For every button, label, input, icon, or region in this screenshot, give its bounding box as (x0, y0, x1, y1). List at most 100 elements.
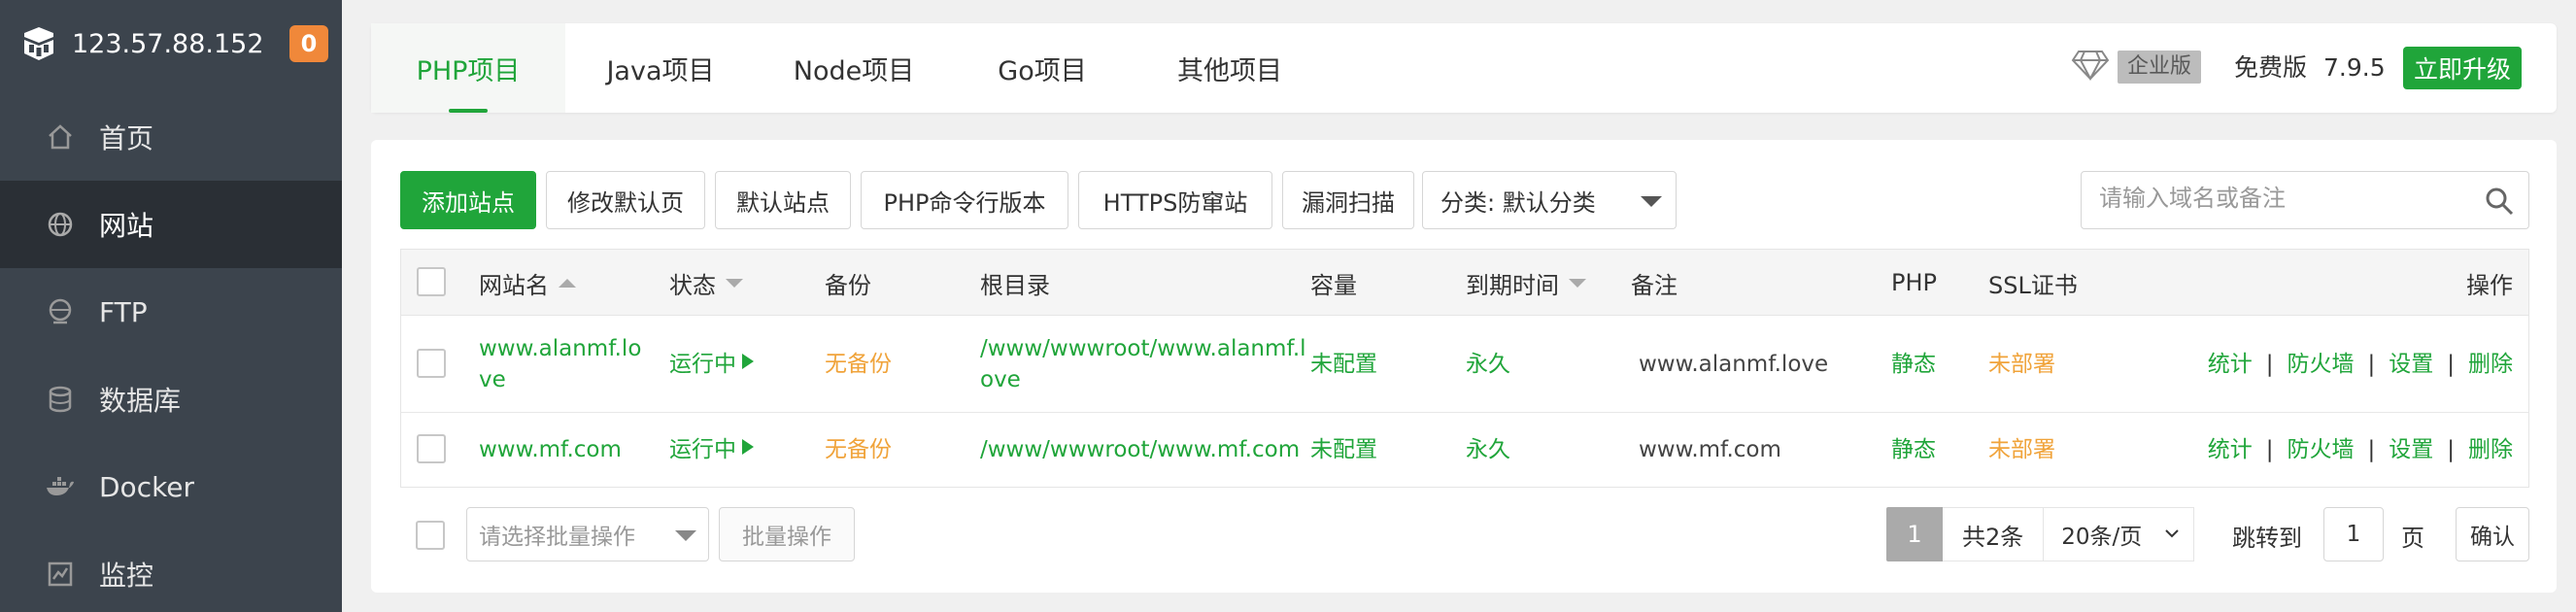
tab-java-projects[interactable]: Java项目 (565, 23, 756, 113)
search-input[interactable] (2099, 172, 2468, 226)
row-actions: 统计 | 防火墙 | 设置 | 删除 (2208, 434, 2513, 465)
batch-operation-button[interactable]: 批量操作 (719, 507, 855, 561)
row-checkbox[interactable] (417, 349, 446, 378)
status-toggle[interactable]: 运行中 (669, 434, 756, 465)
delete-link[interactable]: 删除 (2468, 349, 2513, 380)
expire-link[interactable]: 永久 (1466, 434, 1510, 465)
table-header: 网站名 状态 备份 根目录 容量 到期时间 备注 PHP SSL证书 操作 (401, 250, 2528, 316)
tab-label: Go项目 (998, 55, 1087, 86)
row-checkbox[interactable] (417, 434, 446, 463)
table-row: www.mf.com 运行中 无备份 /www/wwwroot/www.mf.c… (401, 413, 2528, 487)
row-actions: 统计 | 防火墙 | 设置 | 删除 (2208, 349, 2513, 380)
globe-icon (43, 207, 78, 242)
separator: | (2447, 352, 2455, 377)
expire-link[interactable]: 永久 (1466, 349, 1510, 380)
column-label: 网站名 (479, 271, 549, 299)
chevron-down-icon (1641, 196, 1662, 207)
stats-link[interactable]: 统计 (2208, 349, 2253, 380)
server-ip: 123.57.88.152 (72, 28, 264, 59)
tab-node-projects[interactable]: Node项目 (756, 23, 952, 113)
column-capacity: 容量 (1310, 271, 1357, 299)
column-status[interactable]: 状态 (669, 250, 743, 316)
sidebar-item-label: 网站 (99, 210, 154, 242)
enterprise-edition-link[interactable]: 企业版 (2071, 49, 2205, 85)
edit-default-page-button[interactable]: 修改默认页 (546, 171, 705, 229)
sidebar-item-label: FTP (99, 295, 148, 328)
search-box[interactable] (2081, 171, 2529, 229)
pagination: 1 共2条 20条/页 (1886, 507, 2195, 561)
stats-link[interactable]: 统计 (2208, 434, 2253, 465)
settings-link[interactable]: 设置 (2389, 434, 2433, 465)
ssl-status-link[interactable]: 未部署 (1988, 349, 2055, 380)
site-name-link[interactable]: www.alanmf.lo ve (479, 333, 644, 395)
category-select[interactable]: 分类: 默认分类 (1422, 171, 1677, 229)
confirm-jump-button[interactable]: 确认 (2456, 507, 2529, 561)
page-size-select[interactable]: 20条/页 (2043, 507, 2195, 561)
category-value: 分类: 默认分类 (1441, 188, 1596, 217)
column-expire[interactable]: 到期时间 (1466, 250, 1586, 316)
capacity-link[interactable]: 未配置 (1310, 349, 1377, 380)
sort-desc-icon (1569, 278, 1586, 288)
upgrade-now-button[interactable]: 立即升级 (2403, 47, 2522, 89)
firewall-link[interactable]: 防火墙 (2288, 434, 2355, 465)
root-dir-link[interactable]: /www/wwwroot/www.mf.com (980, 434, 1300, 465)
status-toggle[interactable]: 运行中 (669, 349, 756, 380)
batch-select-all-checkbox[interactable] (416, 521, 445, 550)
separator: | (2367, 352, 2376, 377)
php-version-link[interactable]: 静态 (1891, 349, 1936, 380)
batch-operation-select[interactable]: 请选择批量操作 (466, 507, 709, 561)
remark-text[interactable]: www.mf.com (1639, 434, 1781, 465)
free-edition-label: 免费版 (2234, 53, 2308, 82)
column-remark: 备注 (1631, 271, 1678, 299)
default-site-button[interactable]: 默认站点 (715, 171, 851, 229)
site-name-link[interactable]: www.mf.com (479, 434, 622, 465)
column-label: 到期时间 (1466, 271, 1559, 299)
root-dir-link[interactable]: /www/wwwroot/www.alanmf.l ove (980, 333, 1306, 395)
sidebar-item-monitor[interactable]: 监控 (0, 530, 342, 612)
delete-link[interactable]: 删除 (2468, 434, 2513, 465)
diamond-icon (2071, 49, 2110, 85)
play-icon (740, 434, 756, 465)
ftp-icon (43, 294, 78, 329)
tab-other-projects[interactable]: 其他项目 (1133, 23, 1327, 113)
backup-link[interactable]: 无备份 (825, 349, 892, 380)
tab-php-projects[interactable]: PHP项目 (371, 23, 565, 113)
jump-page-input[interactable]: 1 (2323, 507, 2384, 561)
vulnerability-scan-button[interactable]: 漏洞扫描 (1282, 171, 1414, 229)
https-guard-button[interactable]: HTTPS防窜站 (1078, 171, 1272, 229)
sidebar-item-ftp[interactable]: FTP (0, 268, 342, 356)
notification-badge[interactable]: 0 (289, 25, 328, 62)
sidebar-item-home[interactable]: 首页 (0, 93, 342, 181)
settings-link[interactable]: 设置 (2389, 349, 2433, 380)
sidebar-item-website[interactable]: 网站 (0, 181, 342, 268)
current-page-button[interactable]: 1 (1886, 507, 1943, 561)
column-site-name[interactable]: 网站名 (479, 250, 576, 316)
sidebar-item-database[interactable]: 数据库 (0, 356, 342, 443)
sidebar-item-label: Docker (99, 470, 195, 503)
search-icon[interactable] (2484, 186, 2515, 217)
tab-go-projects[interactable]: Go项目 (952, 23, 1133, 113)
php-cli-version-button[interactable]: PHP命令行版本 (861, 171, 1068, 229)
sidebar-item-label: 监控 (99, 560, 154, 592)
capacity-link[interactable]: 未配置 (1310, 434, 1377, 465)
tab-label: 其他项目 (1177, 55, 1282, 86)
site-list-panel: 添加站点 修改默认页 默认站点 PHP命令行版本 HTTPS防窜站 漏洞扫描 分… (371, 140, 2557, 593)
add-site-button[interactable]: 添加站点 (400, 171, 536, 229)
column-actions: 操作 (2466, 271, 2513, 299)
sidebar-item-docker[interactable]: Docker (0, 443, 342, 530)
php-version-link[interactable]: 静态 (1891, 434, 1936, 465)
total-count: 共2条 (1943, 507, 2044, 561)
select-all-checkbox[interactable] (417, 267, 446, 296)
remark-text[interactable]: www.alanmf.love (1639, 349, 1828, 380)
play-icon (740, 349, 756, 380)
column-root-dir: 根目录 (980, 271, 1050, 299)
ssl-status-link[interactable]: 未部署 (1988, 434, 2055, 465)
backup-link[interactable]: 无备份 (825, 434, 892, 465)
sidebar-item-label: 首页 (99, 122, 154, 154)
monitor-icon (43, 557, 78, 592)
firewall-link[interactable]: 防火墙 (2288, 349, 2355, 380)
status-text: 运行中 (669, 437, 736, 462)
project-type-tabbar: PHP项目 Java项目 Node项目 Go项目 其他项目 企业版 免费版 7.… (371, 23, 2557, 113)
column-ssl: SSL证书 (1988, 271, 2078, 299)
separator: | (2265, 437, 2274, 462)
